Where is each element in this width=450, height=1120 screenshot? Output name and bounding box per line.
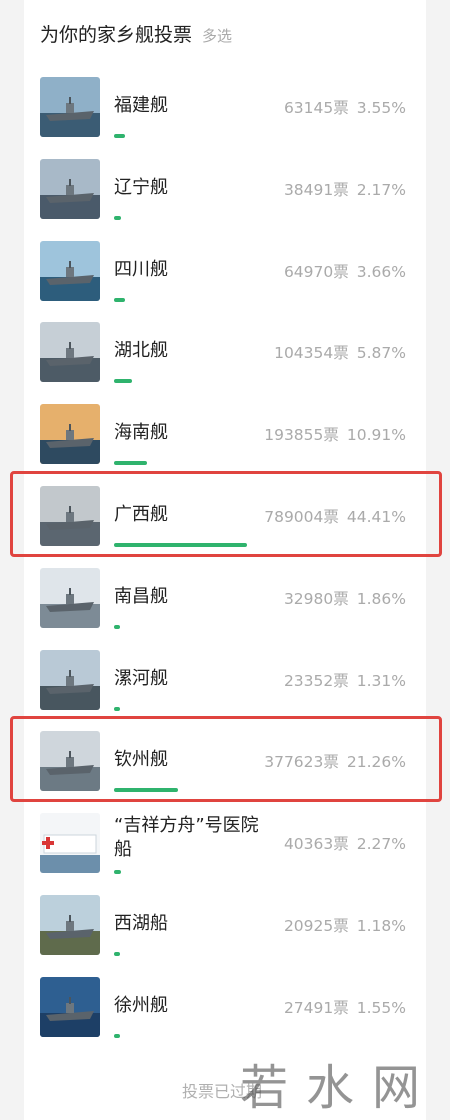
vote-option-stats: 32980票 1.86% xyxy=(284,587,406,609)
vote-option-name: 四川舰 xyxy=(114,258,168,280)
vote-progress-bar xyxy=(114,788,178,793)
vote-count: 38491票 xyxy=(283,180,349,199)
vote-percent: 2.17% xyxy=(356,180,406,199)
vote-option-name: 湖北舰 xyxy=(114,340,168,362)
vote-option-name: 漯河舰 xyxy=(114,667,168,689)
vote-option[interactable]: “吉祥方舟”号医院船 40363票 2.27% xyxy=(0,804,450,886)
vote-progress-bar xyxy=(114,951,120,956)
aircraft-carrier-photo xyxy=(40,77,100,137)
vote-option-name: 徐州舰 xyxy=(114,994,168,1016)
vote-option-stats: 38491票 2.17% xyxy=(284,178,406,200)
ship-photo xyxy=(40,649,100,710)
vote-count: 64970票 xyxy=(283,262,349,281)
vote-option-stats: 27491票 1.55% xyxy=(284,996,406,1018)
vote-percent: 3.66% xyxy=(356,262,406,281)
vote-percent: 10.91% xyxy=(346,426,406,445)
vote-option[interactable]: 徐州舰 27491票 1.55% xyxy=(0,968,450,1050)
vote-option[interactable]: 四川舰 64970票 3.66% xyxy=(0,232,450,314)
vote-progress-bar xyxy=(114,379,132,384)
vote-option-name: 海南舰 xyxy=(114,422,168,444)
watermark-logo: 若水网 xyxy=(240,1060,439,1116)
vote-option-name: 辽宁舰 xyxy=(114,176,168,198)
vote-count: 32980票 xyxy=(283,589,349,608)
vote-mode-label: 多选 xyxy=(202,27,233,45)
vote-progress-bar xyxy=(114,1033,120,1038)
vote-count: 193855票 xyxy=(264,426,339,445)
vote-header: 为你的家乡舰投票 多选 xyxy=(40,20,232,47)
vote-option-name: 西湖船 xyxy=(114,912,168,934)
amphibious-ship-photo xyxy=(40,404,100,465)
aircraft-carrier-photo xyxy=(40,158,100,219)
vote-count: 20925票 xyxy=(283,916,349,935)
vote-count: 789004票 xyxy=(264,507,339,526)
amphibious-ship-photo xyxy=(40,240,100,301)
vote-percent: 1.86% xyxy=(356,589,406,608)
vote-option-stats: 104354票 5.87% xyxy=(274,341,406,363)
vote-option[interactable]: 海南舰 193855票 10.91% xyxy=(0,395,450,477)
vote-percent: 21.26% xyxy=(346,753,406,772)
destroyer-photo xyxy=(40,567,100,628)
vote-option-list: 福建舰 63145票 3.55% 辽宁舰 38491票 2.17% 四川舰 64970票 3.6… xyxy=(0,68,450,1050)
vote-progress-bar xyxy=(114,134,125,138)
vote-title: 为你的家乡舰投票 xyxy=(40,24,193,46)
vote-option-stats: 193855票 10.91% xyxy=(264,423,406,445)
vote-percent: 44.41% xyxy=(346,507,406,526)
vote-option-stats: 789004票 44.41% xyxy=(264,505,406,527)
vote-option[interactable]: 湖北舰 104354票 5.87% xyxy=(0,313,450,395)
amphibious-ship-photo xyxy=(40,322,100,383)
vote-option-name: “吉祥方舟”号医院船 xyxy=(114,815,259,861)
vote-option-name: 南昌舰 xyxy=(114,585,168,607)
vote-percent: 1.55% xyxy=(356,998,406,1017)
vote-option-name: 钦州舰 xyxy=(114,749,168,771)
vote-option-stats: 63145票 3.55% xyxy=(284,96,406,118)
vote-option[interactable]: 南昌舰 32980票 1.86% xyxy=(0,559,450,641)
vote-count: 63145票 xyxy=(283,99,349,117)
ship-photo xyxy=(40,894,100,955)
vote-progress-bar xyxy=(114,870,121,875)
ship-photo xyxy=(40,731,100,792)
amphibious-ship-photo xyxy=(40,485,100,546)
vote-progress-bar xyxy=(114,215,121,220)
vote-progress-bar xyxy=(114,542,248,547)
vote-option[interactable]: 广西舰 789004票 44.41% xyxy=(0,477,450,559)
vote-percent: 2.27% xyxy=(356,835,406,854)
vote-progress-bar xyxy=(114,706,120,711)
vote-progress-bar xyxy=(114,461,147,466)
vote-percent: 5.87% xyxy=(356,344,406,363)
vote-progress-bar xyxy=(114,624,120,629)
vote-progress-bar xyxy=(114,297,125,302)
vote-count: 377623票 xyxy=(264,753,339,772)
vote-percent: 3.55% xyxy=(356,99,406,117)
vote-count: 104354票 xyxy=(274,344,349,363)
vote-option-stats: 377623票 21.26% xyxy=(264,750,406,772)
vote-option-stats: 40363票 2.27% xyxy=(284,832,406,854)
vote-percent: 1.31% xyxy=(356,671,406,690)
frigate-photo xyxy=(40,976,100,1037)
vote-option-stats: 23352票 1.31% xyxy=(284,669,406,691)
vote-option[interactable]: 钦州舰 377623票 21.26% xyxy=(0,722,450,804)
vote-option[interactable]: 西湖船 20925票 1.18% xyxy=(0,886,450,968)
vote-count: 40363票 xyxy=(283,835,349,854)
vote-option-stats: 64970票 3.66% xyxy=(284,260,406,282)
vote-option-stats: 20925票 1.18% xyxy=(284,914,406,936)
vote-count: 23352票 xyxy=(283,671,349,690)
vote-count: 27491票 xyxy=(283,998,349,1017)
vote-option[interactable]: 漯河舰 23352票 1.31% xyxy=(0,641,450,723)
vote-option-name: 福建舰 xyxy=(114,95,168,116)
vote-option[interactable]: 福建舰 63145票 3.55% xyxy=(0,68,450,150)
hospital-ship-photo xyxy=(40,813,100,874)
vote-percent: 1.18% xyxy=(356,916,406,935)
vote-option[interactable]: 辽宁舰 38491票 2.17% xyxy=(0,150,450,232)
vote-option-name: 广西舰 xyxy=(114,503,168,525)
